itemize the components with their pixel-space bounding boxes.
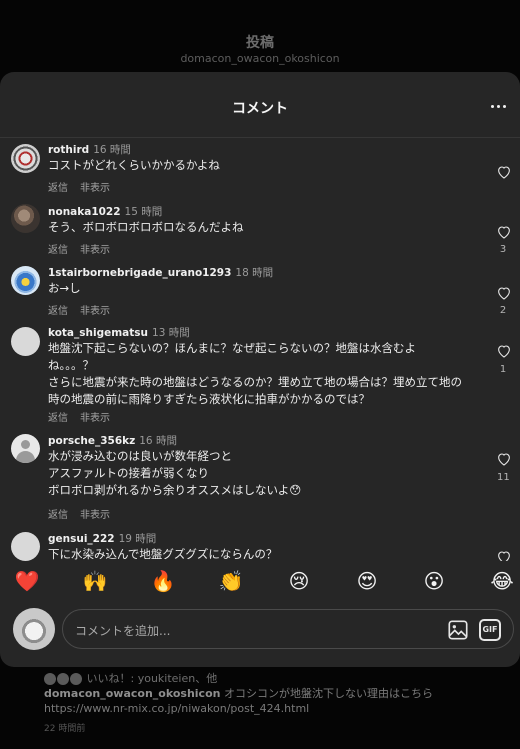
avatar: [57, 673, 69, 685]
reply-button[interactable]: 返信: [48, 306, 68, 317]
likes-summary[interactable]: いいね！: youkiteien、他: [44, 670, 217, 686]
emoji-raised-hands[interactable]: 🙌: [82, 569, 108, 593]
like-count: 1: [499, 364, 507, 375]
comments-sheet-header: コメント: [0, 72, 520, 138]
reply-button[interactable]: 返信: [48, 245, 68, 256]
like-count: 2: [499, 305, 507, 316]
heart-icon[interactable]: [496, 164, 512, 180]
reply-button[interactable]: 返信: [48, 183, 68, 194]
post-header-username[interactable]: domacon_owacon_okoshicon: [0, 52, 520, 65]
comment-username[interactable]: porsche_356kz: [48, 435, 135, 447]
comment-text-line: 時の地震の前に雨降りすぎたら液状化に拍車がかかるのでは？: [48, 392, 370, 406]
current-user-avatar: [13, 608, 55, 650]
comment-time: 16 時間: [93, 144, 131, 156]
post-timestamp: 22 時間前: [44, 724, 86, 734]
comment-time: 15 時間: [124, 206, 163, 218]
comment-text-line: ね。。。？: [48, 358, 94, 372]
post-header-title: 投稿: [246, 35, 274, 51]
hide-button[interactable]: 非表示: [80, 510, 110, 521]
comment-time: 19 時間: [118, 533, 157, 545]
emoji-clap[interactable]: 👏: [218, 569, 244, 593]
comment-input[interactable]: コメントを追加... GIF: [62, 609, 514, 649]
emoji-surprised[interactable]: 😮: [421, 569, 447, 593]
post-header: 投稿 domacon_owacon_okoshicon: [0, 0, 520, 72]
likes-text: いいね！: youkiteien、他: [86, 672, 218, 685]
emoji-heart[interactable]: ❤️: [14, 569, 40, 593]
like-count: 11: [497, 472, 510, 483]
comment-text-line: 地盤沈下起こらないの？ほんまに？なぜ起こらないの？地盤は水含むよ: [48, 341, 416, 355]
post-caption: domacon_owacon_okoshicon オコシコンが地盤沈下しない理由…: [44, 686, 504, 716]
avatar[interactable]: [11, 266, 40, 295]
comment-username[interactable]: gensui_222: [48, 533, 115, 545]
comment-username[interactable]: nonaka1022: [48, 206, 121, 218]
comment-text: 地盤沈下起こらないの？ほんまに？なぜ起こらないの？地盤は水含むよ ね。。。？ さ…: [48, 340, 484, 408]
heart-icon[interactable]: [496, 285, 512, 301]
comment-time: 18 時間: [235, 267, 274, 279]
comment-text: お→し: [48, 280, 484, 297]
comment-text-line: ボロボロ剥がれるから余りオススメはしないよ😯: [48, 483, 302, 497]
comment-time: 13 時間: [152, 327, 190, 339]
avatar[interactable]: [11, 204, 40, 233]
emoji-crying[interactable]: 😢: [286, 569, 312, 593]
caption-text: オコシコンが地盤沈下しない理由はこちら: [223, 687, 433, 700]
comment-input-placeholder[interactable]: コメントを追加...: [75, 622, 170, 639]
post-caption-area: いいね！: youkiteien、他 domacon_owacon_okoshi…: [0, 667, 520, 749]
comment-text: コストがどれくらいかかるかよね: [48, 157, 484, 174]
heart-icon[interactable]: [496, 343, 512, 359]
avatar[interactable]: [11, 532, 40, 561]
hide-button[interactable]: 非表示: [80, 413, 110, 424]
avatar: [44, 673, 56, 685]
emoji-reaction-bar: ❤️ 🙌 🔥 👏 😢 😍 😮 😂: [0, 561, 520, 605]
comment-text: そう、ボロボロボロボロなるんだよね: [48, 219, 484, 236]
hide-button[interactable]: 非表示: [80, 183, 110, 194]
emoji-fire[interactable]: 🔥: [150, 569, 176, 593]
comment-text-line: そう、ボロボロボロボロなるんだよね: [48, 220, 244, 234]
caption-link[interactable]: https://www.nr-mix.co.jp/niwakon/post_42…: [44, 702, 309, 715]
hide-button[interactable]: 非表示: [80, 306, 110, 317]
avatar[interactable]: [11, 144, 40, 173]
comment-username[interactable]: rothird: [48, 144, 89, 156]
emoji-heart-eyes[interactable]: 😍: [354, 569, 380, 593]
heart-icon[interactable]: [496, 224, 512, 240]
avatar[interactable]: [11, 327, 40, 356]
comment-username[interactable]: kota_shigematsu: [48, 327, 148, 339]
comments-sheet-title: コメント: [232, 101, 288, 117]
comment-text-line: アスファルトの接着が弱くなり: [48, 466, 209, 480]
comment-text-line: コストがどれくらいかかるかよね: [48, 158, 220, 172]
avatar[interactable]: [11, 434, 40, 463]
comment-text-line: さらに地震が来た時の地盤はどうなるのか？埋め立て地の場合は？埋め立て地の: [48, 375, 462, 389]
comment-username[interactable]: 1stairbornebrigade_urano1293: [48, 267, 231, 279]
caption-author[interactable]: domacon_owacon_okoshicon: [44, 687, 220, 700]
comment-text: 水が浸み込むのは良いが数年経つと アスファルトの接着が弱くなり ボロボロ剥がれる…: [48, 448, 484, 499]
comment-time: 16 時間: [139, 435, 177, 447]
reply-button[interactable]: 返信: [48, 510, 68, 521]
reply-button[interactable]: 返信: [48, 413, 68, 424]
like-count: 3: [499, 244, 507, 255]
heart-icon[interactable]: [496, 451, 512, 467]
avatar: [70, 673, 82, 685]
image-icon[interactable]: [447, 619, 469, 641]
comment-text-line: 水が浸み込むのは良いが数年経つと: [48, 449, 232, 463]
more-horizontal-icon[interactable]: [486, 94, 510, 118]
comment-text-line: お→し: [48, 281, 81, 295]
gif-button[interactable]: GIF: [479, 619, 501, 641]
hide-button[interactable]: 非表示: [80, 245, 110, 256]
emoji-laughing[interactable]: 😂: [489, 569, 515, 593]
